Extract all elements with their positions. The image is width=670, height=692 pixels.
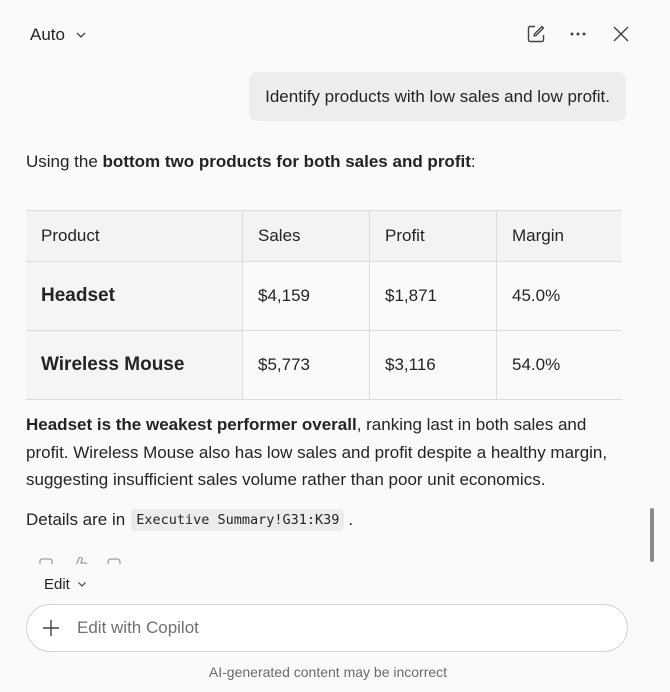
thumbs-up-icon[interactable]: [70, 557, 90, 564]
details-line: Details are in Executive Summary!G31:K39…: [26, 509, 353, 531]
cell-sales: $4,159: [242, 261, 370, 331]
panel-header: Auto: [0, 0, 670, 68]
intro-prefix: Using the: [26, 152, 103, 171]
column-header-sales: Sales: [242, 210, 370, 262]
plus-icon: [43, 620, 59, 636]
add-button[interactable]: [41, 618, 61, 638]
range-reference[interactable]: Executive Summary!G31:K39: [131, 509, 345, 531]
column-header-margin: Margin: [496, 210, 622, 262]
cell-margin: 54.0%: [496, 330, 622, 400]
cell-sales: $5,773: [242, 330, 370, 400]
intro-suffix: :: [470, 152, 476, 171]
response-intro: Using the bottom two products for both s…: [26, 152, 476, 172]
edit-dropdown[interactable]: Edit: [36, 572, 95, 596]
close-button[interactable]: [607, 20, 635, 48]
chevron-down-icon: [77, 582, 86, 587]
column-header-product: Product: [26, 210, 243, 262]
prompt-input[interactable]: [75, 617, 579, 639]
intro-bold: bottom two products for both sales and p…: [102, 152, 471, 171]
table-header-row: Product Sales Profit Margin: [26, 210, 622, 262]
composer-box: [26, 604, 628, 652]
copy-icon[interactable]: [36, 557, 56, 564]
conversation-area[interactable]: Identify products with low sales and low…: [0, 68, 670, 564]
products-table: Product Sales Profit Margin Headset $4,1…: [26, 210, 622, 400]
summary-bold: Headset is the weakest performer overall: [26, 415, 357, 434]
thumbs-down-icon[interactable]: [104, 557, 124, 564]
mode-dropdown[interactable]: Auto: [22, 20, 95, 50]
mode-label: Auto: [30, 25, 65, 44]
close-icon: [613, 26, 629, 42]
column-header-profit: Profit: [369, 210, 497, 262]
feedback-actions: [36, 557, 124, 564]
scrollbar-thumb[interactable]: [650, 508, 654, 562]
table-row: Wireless Mouse $5,773 $3,116 54.0%: [26, 330, 622, 400]
details-suffix: .: [348, 510, 354, 529]
copilot-panel: Auto Identify products with low sales an…: [0, 0, 670, 692]
new-chat-button[interactable]: [522, 20, 550, 48]
more-options-button[interactable]: [564, 20, 592, 48]
response-summary: Headset is the weakest performer overall…: [26, 411, 626, 494]
cell-product: Headset: [26, 261, 243, 331]
cell-margin: 45.0%: [496, 261, 622, 331]
more-icon: [570, 32, 586, 36]
table-row: Headset $4,159 $1,871 45.0%: [26, 261, 622, 331]
chevron-down-icon: [76, 32, 86, 38]
ai-disclaimer: AI-generated content may be incorrect: [208, 664, 448, 680]
details-prefix: Details are in: [26, 510, 126, 529]
cell-profit: $1,871: [369, 261, 497, 331]
user-message-text: Identify products with low sales and low…: [265, 86, 610, 106]
new-chat-icon: [527, 25, 545, 43]
user-message-bubble: Identify products with low sales and low…: [249, 72, 626, 121]
cell-profit: $3,116: [369, 330, 497, 400]
edit-label: Edit: [44, 575, 70, 593]
cell-product: Wireless Mouse: [26, 330, 243, 400]
